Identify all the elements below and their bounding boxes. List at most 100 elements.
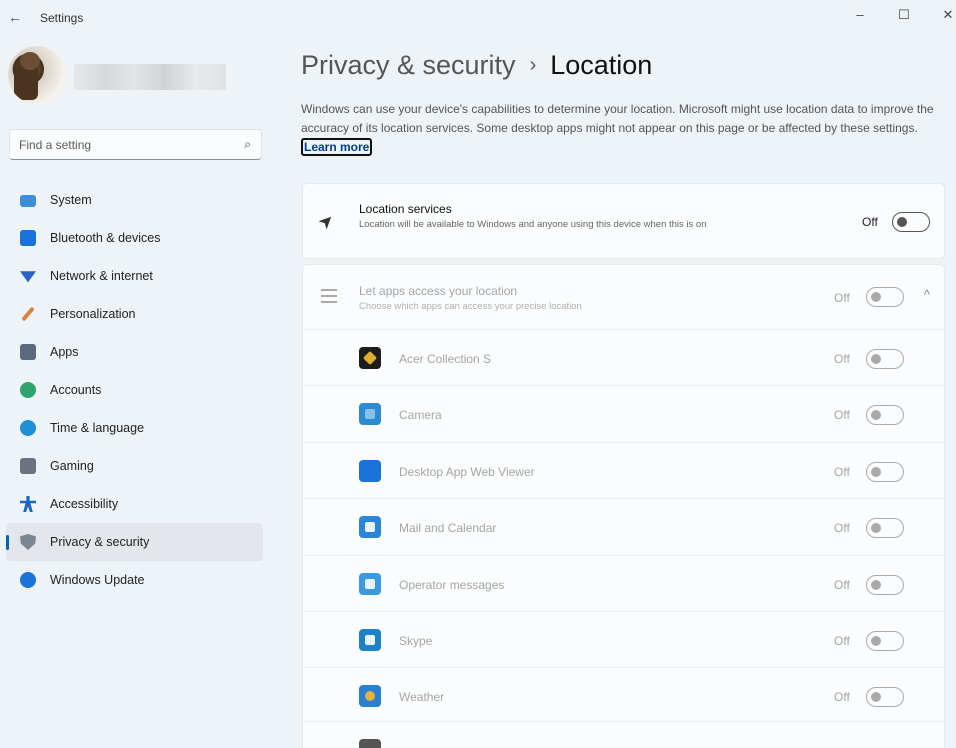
sidebar-item-label: Accessibility: [50, 497, 119, 511]
app-name: Camera: [399, 408, 442, 423]
app-name: Weather: [399, 690, 445, 705]
app-icon: [359, 459, 381, 482]
apps-location-card: Let apps access your location Choose whi…: [302, 264, 945, 748]
app-row: Operator messages Off: [303, 554, 944, 611]
app-location-toggle[interactable]: [866, 574, 904, 595]
gaming-icon: [20, 458, 36, 474]
partial-app-row: [303, 721, 944, 748]
search-box[interactable]: ⌕: [9, 129, 262, 160]
sidebar-item-windows-update[interactable]: Windows Update: [6, 561, 263, 599]
app-name: Desktop App Web Viewer: [399, 464, 535, 479]
sidebar-item-label: Personalization: [50, 307, 136, 321]
app-toggle-state: Off: [834, 690, 850, 705]
app-location-toggle[interactable]: [866, 631, 904, 651]
sidebar-item-label: Windows Update: [50, 573, 145, 587]
active-indicator: [6, 535, 9, 550]
app-row: Skype Off: [303, 611, 944, 667]
app-icon: [359, 516, 381, 539]
maximize-icon[interactable]: ☐: [889, 3, 919, 27]
app-name: Skype: [399, 634, 433, 648]
sidebar-item-time-language[interactable]: Time & language: [6, 409, 263, 447]
minimize-icon[interactable]: –: [845, 3, 875, 27]
sidebar-item-network-internet[interactable]: Network & internet: [6, 257, 263, 295]
breadcrumb-parent[interactable]: Privacy & security: [301, 50, 516, 80]
location-services-title: Location services: [359, 202, 452, 216]
apps-access-header[interactable]: Let apps access your location Choose whi…: [303, 265, 944, 329]
app-icon: [359, 347, 381, 369]
sidebar-item-label: Time & language: [50, 421, 145, 435]
sidebar-item-gaming[interactable]: Gaming: [6, 447, 263, 485]
close-icon[interactable]: ✕: [933, 3, 956, 27]
app-toggle-state: Off: [834, 521, 850, 536]
sidebar-item-accessibility[interactable]: Accessibility: [6, 485, 263, 523]
sidebar-item-apps[interactable]: Apps: [6, 333, 263, 371]
app-toggle-state: Off: [834, 577, 850, 592]
app-location-toggle[interactable]: [866, 518, 904, 539]
apps-access-subtitle: Choose which apps can access your precis…: [359, 301, 582, 312]
sidebar-item-label: Privacy & security: [50, 535, 150, 549]
app-name: Operator messages: [399, 577, 505, 592]
sidebar-item-bluetooth-devices[interactable]: Bluetooth & devices: [6, 219, 263, 257]
description-text: Windows can use your device's capabiliti…: [301, 102, 934, 135]
chevron-up-icon[interactable]: ^: [924, 287, 930, 302]
brush-icon: [21, 306, 35, 322]
app-icon: [359, 739, 381, 748]
app-row: Acer Collection S Off: [303, 329, 944, 385]
location-services-state: Off: [862, 215, 878, 229]
app-icon: [359, 572, 381, 595]
app-row: Desktop App Web Viewer Off: [303, 441, 944, 498]
page-description: Windows can use your device's capabiliti…: [301, 100, 941, 157]
shield-icon: [20, 534, 36, 550]
sidebar-item-label: Gaming: [50, 459, 94, 473]
apps-icon: [20, 344, 36, 360]
app-name: Acer Collection S: [399, 352, 492, 366]
sidebar-item-accounts[interactable]: Accounts: [6, 371, 263, 409]
sidebar-item-privacy-security[interactable]: Privacy & security: [6, 523, 263, 561]
app-row: Mail and Calendar Off: [303, 498, 944, 554]
apps-access-state: Off: [834, 291, 850, 305]
apps-access-title: Let apps access your location: [359, 284, 518, 298]
blurred-user-name: [74, 64, 226, 90]
sidebar-item-label: Apps: [50, 345, 79, 359]
app-row: Weather Off: [303, 667, 944, 723]
app-toggle-state: Off: [834, 408, 850, 423]
title-bar: ← Settings – ☐ ✕: [0, 0, 956, 34]
app-icon: [359, 403, 381, 426]
accounts-icon: [20, 382, 36, 398]
app-toggle-state: Off: [834, 464, 850, 479]
location-services-subtitle: Location will be available to Windows an…: [359, 219, 707, 230]
bluetooth-icon: [20, 230, 36, 246]
app-location-toggle[interactable]: [866, 687, 904, 708]
app-toggle-state: Off: [834, 352, 850, 366]
system-icon: [20, 195, 36, 207]
search-icon[interactable]: ⌕: [244, 137, 251, 152]
sidebar-item-label: Network & internet: [50, 269, 153, 283]
apps-access-toggle[interactable]: [866, 287, 904, 307]
app-name: Mail and Calendar: [399, 521, 497, 536]
app-row: Camera Off: [303, 385, 944, 441]
learn-more-link[interactable]: Learn more: [301, 138, 373, 156]
app-location-toggle[interactable]: [866, 405, 904, 426]
search-input[interactable]: [19, 138, 219, 152]
globe-icon: [20, 420, 36, 436]
location-services-toggle[interactable]: [892, 212, 930, 232]
accessibility-icon: [20, 496, 36, 512]
sidebar-item-system[interactable]: System: [6, 181, 263, 219]
sidebar-item-label: System: [50, 193, 92, 207]
app-location-toggle[interactable]: [866, 461, 904, 482]
network-icon: [20, 271, 36, 283]
sidebar-nav: System Bluetooth & devices Network & inter…: [6, 181, 263, 599]
window-title: Settings: [40, 11, 84, 25]
avatar[interactable]: [8, 46, 66, 104]
app-location-toggle[interactable]: [866, 349, 904, 369]
location-services-card: ➤ Location services Location will be ava…: [302, 183, 945, 259]
app-toggle-state: Off: [834, 634, 850, 648]
breadcrumb: Privacy & security › Location: [301, 50, 652, 81]
list-icon: [321, 289, 337, 305]
app-icon: [359, 629, 381, 651]
sidebar-item-personalization[interactable]: Personalization: [6, 295, 263, 333]
location-arrow-icon: ➤: [313, 208, 339, 234]
page-title: Location: [550, 50, 653, 80]
app-icon: [359, 685, 381, 708]
back-arrow-icon[interactable]: ←: [8, 9, 22, 25]
